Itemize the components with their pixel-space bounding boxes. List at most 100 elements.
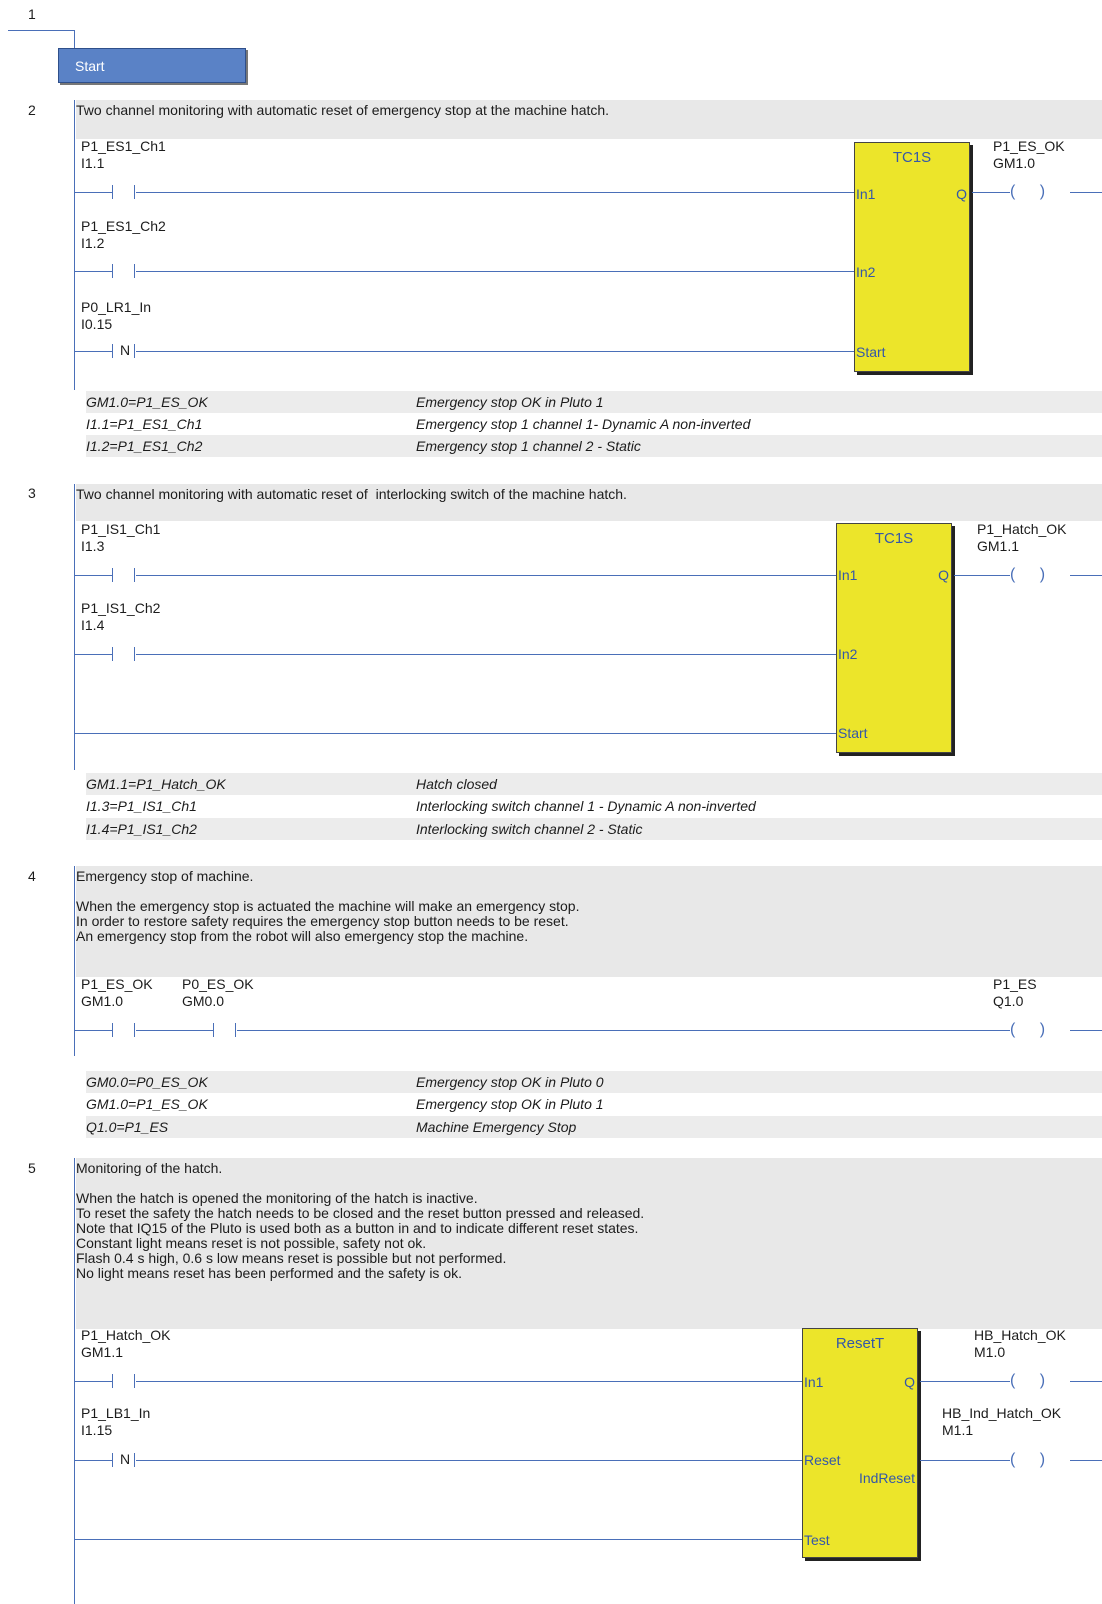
contact-negative-edge[interactable]: N: [112, 1451, 136, 1467]
contact-address: GM0.0: [182, 993, 225, 1009]
function-block-tc1s[interactable]: TC1S In1 In2 Start Q: [836, 523, 952, 753]
comment-line: [76, 884, 1102, 899]
rung-line: [75, 654, 837, 655]
symbol-address: I1.3=P1_IS1_Ch1: [86, 798, 197, 814]
coil-address: M1.1: [942, 1422, 974, 1438]
block-input-in1: In1: [838, 567, 858, 583]
contact-name: P1_IS1_Ch2: [81, 600, 161, 616]
block-output-q: Q: [938, 567, 949, 583]
comment-line: Constant light means reset is not possib…: [76, 1235, 427, 1251]
network-comment: Emergency stop of machine. When the emer…: [76, 866, 1102, 977]
network-number: 1: [28, 6, 36, 22]
block-input-test: Test: [804, 1532, 830, 1548]
coil-name: HB_Hatch_OK: [974, 1327, 1066, 1343]
rung-line: [75, 1381, 803, 1382]
coil-symbol: ( ): [1010, 183, 1056, 200]
contact-no[interactable]: [112, 647, 136, 661]
rung-line: [75, 1539, 803, 1540]
contact-address: GM1.0: [81, 993, 124, 1009]
block-input-in1: In1: [856, 186, 876, 202]
symbol-address: I1.2=P1_ES1_Ch2: [86, 438, 203, 454]
contact-address: GM1.1: [81, 1344, 124, 1360]
power-rail-2: [74, 100, 75, 390]
contact-name: P1_ES1_Ch1: [81, 138, 166, 154]
contact-no[interactable]: [112, 1023, 136, 1037]
block-output-indreset: IndReset: [858, 1470, 915, 1486]
contact-name: P0_LR1_In: [81, 299, 152, 315]
symbol-row: I1.4=P1_IS1_Ch2 Interlocking switch chann…: [86, 818, 1102, 840]
coil-glyph[interactable]: ( ): [1010, 184, 1070, 200]
block-title: TC1S: [892, 149, 932, 166]
contact-negative-edge[interactable]: N: [112, 342, 136, 358]
block-title: ResetT: [835, 1335, 885, 1352]
block-input-reset: Reset: [804, 1452, 841, 1468]
comment-line: To reset the safety the hatch needs to b…: [76, 1205, 645, 1221]
block-input-start: Start: [838, 725, 868, 741]
coil-symbol: ( ): [1010, 566, 1056, 583]
comment-line: When the emergency stop is actuated the …: [76, 898, 580, 914]
block-input-in1: In1: [804, 1374, 824, 1390]
block-title: TC1S: [874, 530, 914, 547]
contact-address: I1.15: [81, 1422, 113, 1438]
comment-line: Two channel monitoring with automatic re…: [76, 102, 610, 118]
block-output-q: Q: [904, 1374, 915, 1390]
block-output-q: Q: [956, 186, 967, 202]
rung-line: [75, 192, 855, 193]
contact-address: I1.4: [81, 617, 105, 633]
symbol-address: I1.4=P1_IS1_Ch2: [86, 821, 197, 837]
coil-name: P1_Hatch_OK: [977, 521, 1067, 537]
comment-line: Note that IQ15 of the Pluto is used both…: [76, 1220, 639, 1236]
symbol-row: GM0.0=P0_ES_OK Emergency stop OK in Pluto…: [86, 1071, 1102, 1093]
comment-line: Flash 0.4 s high, 0.6 s low means reset …: [76, 1250, 507, 1266]
rung-line: [75, 271, 855, 272]
symbol-comment: Emergency stop 1 channel 1- Dynamic A no…: [416, 416, 751, 432]
function-block-resett[interactable]: ResetT In1 Reset Test Q IndReset: [802, 1328, 918, 1558]
symbol-address: Q1.0=P1_ES: [86, 1119, 169, 1135]
coil-address: GM1.1: [977, 538, 1020, 554]
contact-name: P0_ES_OK: [182, 976, 254, 992]
start-label-box[interactable]: Start: [58, 48, 246, 83]
comment-line: Emergency stop of machine.: [76, 868, 254, 884]
symbol-address: GM0.0=P0_ES_OK: [86, 1074, 208, 1090]
contact-no[interactable]: [112, 264, 136, 278]
symbol-address: I1.1=P1_ES1_Ch1: [86, 416, 203, 432]
rung-line: [75, 733, 837, 734]
symbol-address: GM1.1=P1_Hatch_OK: [86, 776, 226, 792]
network-comment: Two channel monitoring with automatic re…: [76, 484, 1102, 521]
symbol-comment: Machine Emergency Stop: [416, 1119, 577, 1135]
comment-line: An emergency stop from the robot will al…: [76, 928, 529, 944]
symbol-row: I1.2=P1_ES1_Ch2 Emergency stop 1 channel …: [86, 435, 1102, 457]
contact-no[interactable]: [112, 1374, 136, 1388]
network-number: 3: [28, 485, 36, 501]
network-number: 5: [28, 1160, 36, 1176]
contact-no[interactable]: [112, 568, 136, 582]
coil-address: M1.0: [974, 1344, 1006, 1360]
contact-name: P1_IS1_Ch1: [81, 521, 161, 537]
comment-line: No light means reset has been performed …: [76, 1265, 462, 1281]
symbol-row: I1.1=P1_ES1_Ch1 Emergency stop 1 channel …: [86, 413, 1102, 435]
contact-type: N: [120, 342, 131, 358]
coil-name: HB_Ind_Hatch_OK: [942, 1405, 1062, 1421]
coil-glyph[interactable]: ( ): [1010, 567, 1070, 583]
block-input-in2: In2: [838, 646, 858, 662]
coil-glyph[interactable]: ( ): [1010, 1452, 1070, 1468]
symbol-comment: Emergency stop OK in Pluto 0: [416, 1074, 604, 1090]
contact-address: I0.15: [81, 316, 113, 332]
coil-symbol: ( ): [1010, 1451, 1056, 1468]
contact-name: P1_ES1_Ch2: [81, 218, 166, 234]
coil-glyph[interactable]: ( ): [1010, 1022, 1070, 1038]
symbol-address: GM1.0=P1_ES_OK: [86, 1096, 208, 1112]
rung-line: [75, 1460, 803, 1461]
coil-address: GM1.0: [993, 155, 1036, 171]
power-rail-4: [74, 866, 75, 1056]
contact-no[interactable]: [112, 185, 136, 199]
symbol-comment: Interlocking switch channel 1 - Dynamic …: [416, 798, 756, 814]
function-block-tc1s[interactable]: TC1S In1 In2 Start Q: [854, 142, 970, 372]
coil-name: P1_ES_OK: [993, 138, 1065, 154]
contact-no[interactable]: [213, 1023, 237, 1037]
coil-glyph[interactable]: ( ): [1010, 1373, 1070, 1389]
symbol-comment: Emergency stop 1 channel 2 - Static: [416, 438, 641, 454]
symbol-row: GM1.0=P1_ES_OK Emergency stop OK in Pluto…: [86, 391, 1102, 413]
comment-line: [76, 1176, 1102, 1191]
coil-symbol: ( ): [1010, 1372, 1056, 1389]
